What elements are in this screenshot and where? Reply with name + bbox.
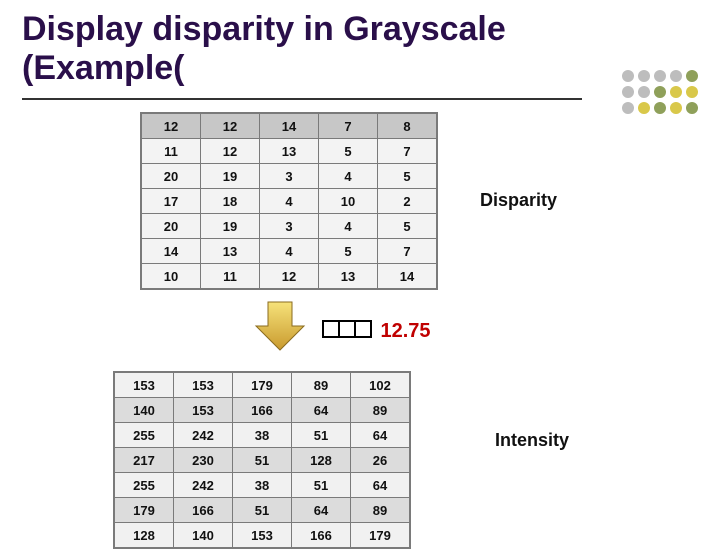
table-cell: 140 bbox=[114, 398, 174, 423]
table-cell: 13 bbox=[319, 264, 378, 290]
table-cell: 64 bbox=[351, 473, 411, 498]
title-line-1: Display disparity in Grayscale bbox=[22, 10, 506, 48]
table-cell: 64 bbox=[292, 498, 351, 523]
table-cell: 153 bbox=[114, 372, 174, 398]
disparity-label: Disparity bbox=[480, 190, 557, 211]
table-cell: 14 bbox=[141, 239, 201, 264]
table-cell: 89 bbox=[292, 372, 351, 398]
table-cell: 12 bbox=[141, 113, 201, 139]
table-cell: 128 bbox=[292, 448, 351, 473]
disparity-table: 1212147811121357201934517184102201934514… bbox=[140, 112, 438, 290]
table-cell: 64 bbox=[351, 423, 411, 448]
table-cell: 89 bbox=[351, 398, 411, 423]
table-cell: 10 bbox=[319, 189, 378, 214]
table-cell: 102 bbox=[351, 372, 411, 398]
table-cell: 18 bbox=[201, 189, 260, 214]
table-cell: 166 bbox=[174, 498, 233, 523]
table-cell: 64 bbox=[292, 398, 351, 423]
table-cell: 38 bbox=[233, 423, 292, 448]
table-cell: 153 bbox=[174, 372, 233, 398]
table-cell: 4 bbox=[319, 164, 378, 189]
table-cell: 242 bbox=[174, 473, 233, 498]
table-cell: 14 bbox=[260, 113, 319, 139]
table-cell: 7 bbox=[378, 139, 438, 164]
table-cell: 19 bbox=[201, 214, 260, 239]
table-cell: 51 bbox=[292, 423, 351, 448]
table-cell: 89 bbox=[351, 498, 411, 523]
table-cell: 217 bbox=[114, 448, 174, 473]
table-cell: 255 bbox=[114, 473, 174, 498]
table-cell: 4 bbox=[260, 189, 319, 214]
table-cell: 179 bbox=[233, 372, 292, 398]
table-cell: 13 bbox=[260, 139, 319, 164]
table-cell: 51 bbox=[233, 448, 292, 473]
table-cell: 14 bbox=[378, 264, 438, 290]
table-cell: 51 bbox=[292, 473, 351, 498]
table-cell: 38 bbox=[233, 473, 292, 498]
table-cell: 4 bbox=[260, 239, 319, 264]
table-cell: 5 bbox=[319, 139, 378, 164]
table-cell: 12 bbox=[260, 264, 319, 290]
table-cell: 3 bbox=[260, 214, 319, 239]
table-cell: 4 bbox=[319, 214, 378, 239]
table-cell: 3 bbox=[260, 164, 319, 189]
table-cell: 128 bbox=[114, 523, 174, 549]
table-cell: 8 bbox=[378, 113, 438, 139]
table-cell: 5 bbox=[378, 214, 438, 239]
table-cell: 51 bbox=[233, 498, 292, 523]
multiplier: 12.75 bbox=[322, 320, 431, 343]
slide-title: Display disparity in Grayscale (Example( bbox=[22, 10, 506, 88]
table-cell: 179 bbox=[351, 523, 411, 549]
table-cell: 20 bbox=[141, 214, 201, 239]
table-cell: 7 bbox=[319, 113, 378, 139]
table-cell: 12 bbox=[201, 113, 260, 139]
table-cell: 166 bbox=[292, 523, 351, 549]
table-cell: 166 bbox=[233, 398, 292, 423]
table-cell: 255 bbox=[114, 423, 174, 448]
table-cell: 153 bbox=[174, 398, 233, 423]
table-cell: 5 bbox=[378, 164, 438, 189]
intensity-table: 1531531798910214015316664892552423851642… bbox=[113, 371, 411, 549]
title-underline bbox=[22, 98, 582, 100]
table-cell: 11 bbox=[141, 139, 201, 164]
table-cell: 140 bbox=[174, 523, 233, 549]
table-cell: 7 bbox=[378, 239, 438, 264]
title-line-2: (Example( bbox=[22, 49, 185, 87]
placeholder-boxes-icon bbox=[322, 320, 370, 343]
table-cell: 242 bbox=[174, 423, 233, 448]
table-cell: 20 bbox=[141, 164, 201, 189]
table-cell: 10 bbox=[141, 264, 201, 290]
table-cell: 153 bbox=[233, 523, 292, 549]
intensity-label: Intensity bbox=[495, 430, 569, 451]
table-cell: 5 bbox=[319, 239, 378, 264]
table-cell: 2 bbox=[378, 189, 438, 214]
table-cell: 13 bbox=[201, 239, 260, 264]
multiplier-value: 12.75 bbox=[380, 320, 430, 342]
decoration-dots bbox=[622, 70, 700, 116]
table-cell: 179 bbox=[114, 498, 174, 523]
down-arrow-icon bbox=[250, 296, 310, 356]
table-cell: 230 bbox=[174, 448, 233, 473]
table-cell: 11 bbox=[201, 264, 260, 290]
table-cell: 17 bbox=[141, 189, 201, 214]
table-cell: 19 bbox=[201, 164, 260, 189]
table-cell: 26 bbox=[351, 448, 411, 473]
table-cell: 12 bbox=[201, 139, 260, 164]
